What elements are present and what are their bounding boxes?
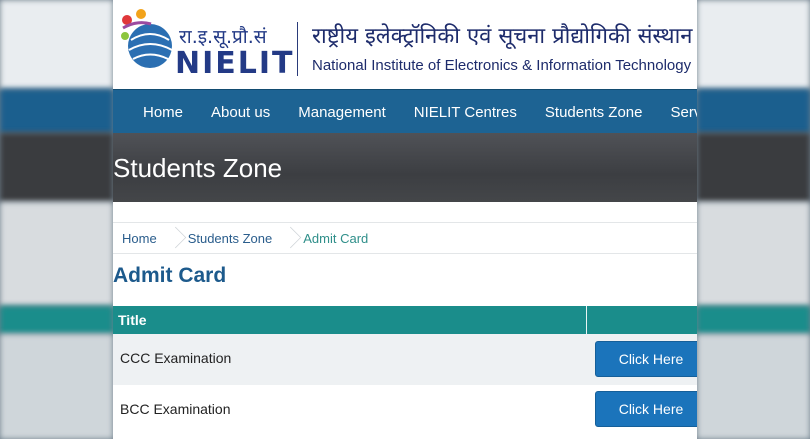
site-header: रा.इ.सू.प्रौ.सं NIELIT राष्ट्रीय इलेक्ट्…: [113, 0, 697, 89]
institute-title-english: National Institute of Electronics & Info…: [312, 57, 692, 74]
exam-title: CCC Examination: [120, 350, 232, 366]
breadcrumb-home[interactable]: Home: [113, 231, 169, 246]
breadcrumb: Home Students Zone Admit Card: [113, 222, 697, 254]
nav-item-about-us[interactable]: About us: [211, 104, 270, 121]
section-banner: Students Zone: [113, 133, 697, 202]
main-navigation: Home About us Management NIELIT Centres …: [113, 89, 697, 134]
logo-wordmark: NIELIT: [175, 46, 295, 81]
breadcrumb-students-zone[interactable]: Students Zone: [179, 231, 285, 246]
backdrop-left: [0, 0, 113, 439]
table-row: BCC Examination Click Here: [113, 385, 697, 439]
nav-item-nielit-centres[interactable]: NIELIT Centres: [414, 104, 517, 121]
nav-item-services[interactable]: Servic: [670, 104, 697, 121]
click-here-button[interactable]: Click Here: [595, 391, 697, 427]
web-page: रा.इ.सू.प्रौ.सं NIELIT राष्ट्रीय इलेक्ट्…: [113, 0, 697, 439]
backdrop-right: [697, 0, 810, 439]
breadcrumb-separator-icon: [284, 223, 294, 253]
nielit-logo-icon[interactable]: [117, 6, 177, 78]
column-header-title: Title: [118, 312, 147, 328]
nav-item-management[interactable]: Management: [298, 104, 386, 121]
nav-item-home[interactable]: Home: [143, 104, 183, 121]
exam-title: BCC Examination: [120, 401, 231, 417]
page-title: Admit Card: [113, 264, 227, 287]
banner-title: Students Zone: [113, 153, 283, 183]
breadcrumb-admit-card: Admit Card: [303, 230, 369, 246]
table-row: CCC Examination Click Here: [113, 334, 697, 385]
nav-item-students-zone[interactable]: Students Zone: [545, 104, 643, 121]
header-divider: [297, 22, 298, 76]
click-here-button[interactable]: Click Here: [595, 341, 697, 377]
breadcrumb-separator-icon: [169, 223, 179, 253]
table-header: Title: [113, 306, 697, 334]
column-divider: [586, 306, 587, 334]
institute-title-hindi: राष्ट्रीय इलेक्ट्रॉनिकी एवं सूचना प्रौद्…: [312, 24, 693, 49]
